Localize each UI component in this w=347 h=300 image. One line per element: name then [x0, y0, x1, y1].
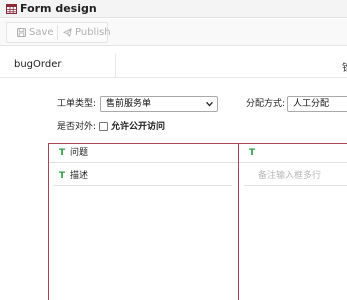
field-label-description[interactable]: 描述 [70, 170, 88, 182]
text-field-type-icon: T [59, 148, 66, 158]
save-button[interactable]: Save [17, 23, 54, 42]
assign-method-value: 人工分配 [293, 99, 330, 109]
chevron-down-icon [206, 101, 213, 107]
window-title-bar: Form design [0, 0, 347, 18]
form-grid-top-border [48, 143, 347, 144]
form-name[interactable]: bugOrder [14, 59, 61, 70]
text-field-type-icon: T [59, 171, 66, 181]
form-grid-left-border [48, 143, 49, 300]
public-access-label: 是否对外: [57, 122, 97, 132]
publish-icon [63, 28, 72, 37]
toolbar-separator [57, 25, 58, 40]
grid-field-underline [244, 185, 347, 186]
grid-row-divider [49, 162, 238, 163]
toolbar-button-group: Save Publish [6, 22, 111, 43]
public-access-checkbox-label[interactable]: 允许公开访问 [111, 121, 165, 133]
table-icon [6, 4, 17, 14]
ticket-type-value: 售前服务单 [106, 99, 152, 109]
text-field-type-icon: T [249, 148, 256, 158]
form-grid-column-divider [238, 143, 239, 300]
grid-field-underline [54, 185, 232, 186]
assign-method-label: 分配方式: [246, 99, 286, 109]
ticket-type-select[interactable]: 售前服务单 [100, 96, 218, 112]
grid-row-divider [239, 162, 347, 163]
assign-method-select[interactable]: 人工分配 [287, 96, 347, 112]
toolbar: Save Publish [0, 19, 347, 46]
save-icon [17, 28, 26, 37]
form-name-divider [115, 54, 116, 78]
publish-button[interactable]: Publish [63, 23, 111, 42]
field-label-question[interactable]: 问题 [70, 147, 88, 159]
public-access-checkbox[interactable] [99, 122, 108, 131]
remarks-textarea-placeholder[interactable]: 备注输入框多行 [258, 170, 321, 182]
window-title: Form design [20, 2, 97, 15]
form-name-row: bugOrder 锥 [0, 54, 347, 78]
publish-button-label: Publish [75, 27, 111, 38]
ticket-type-label: 工单类型: [57, 99, 97, 109]
save-button-label: Save [29, 27, 54, 38]
form-name-right-text: 锥 [342, 59, 347, 74]
